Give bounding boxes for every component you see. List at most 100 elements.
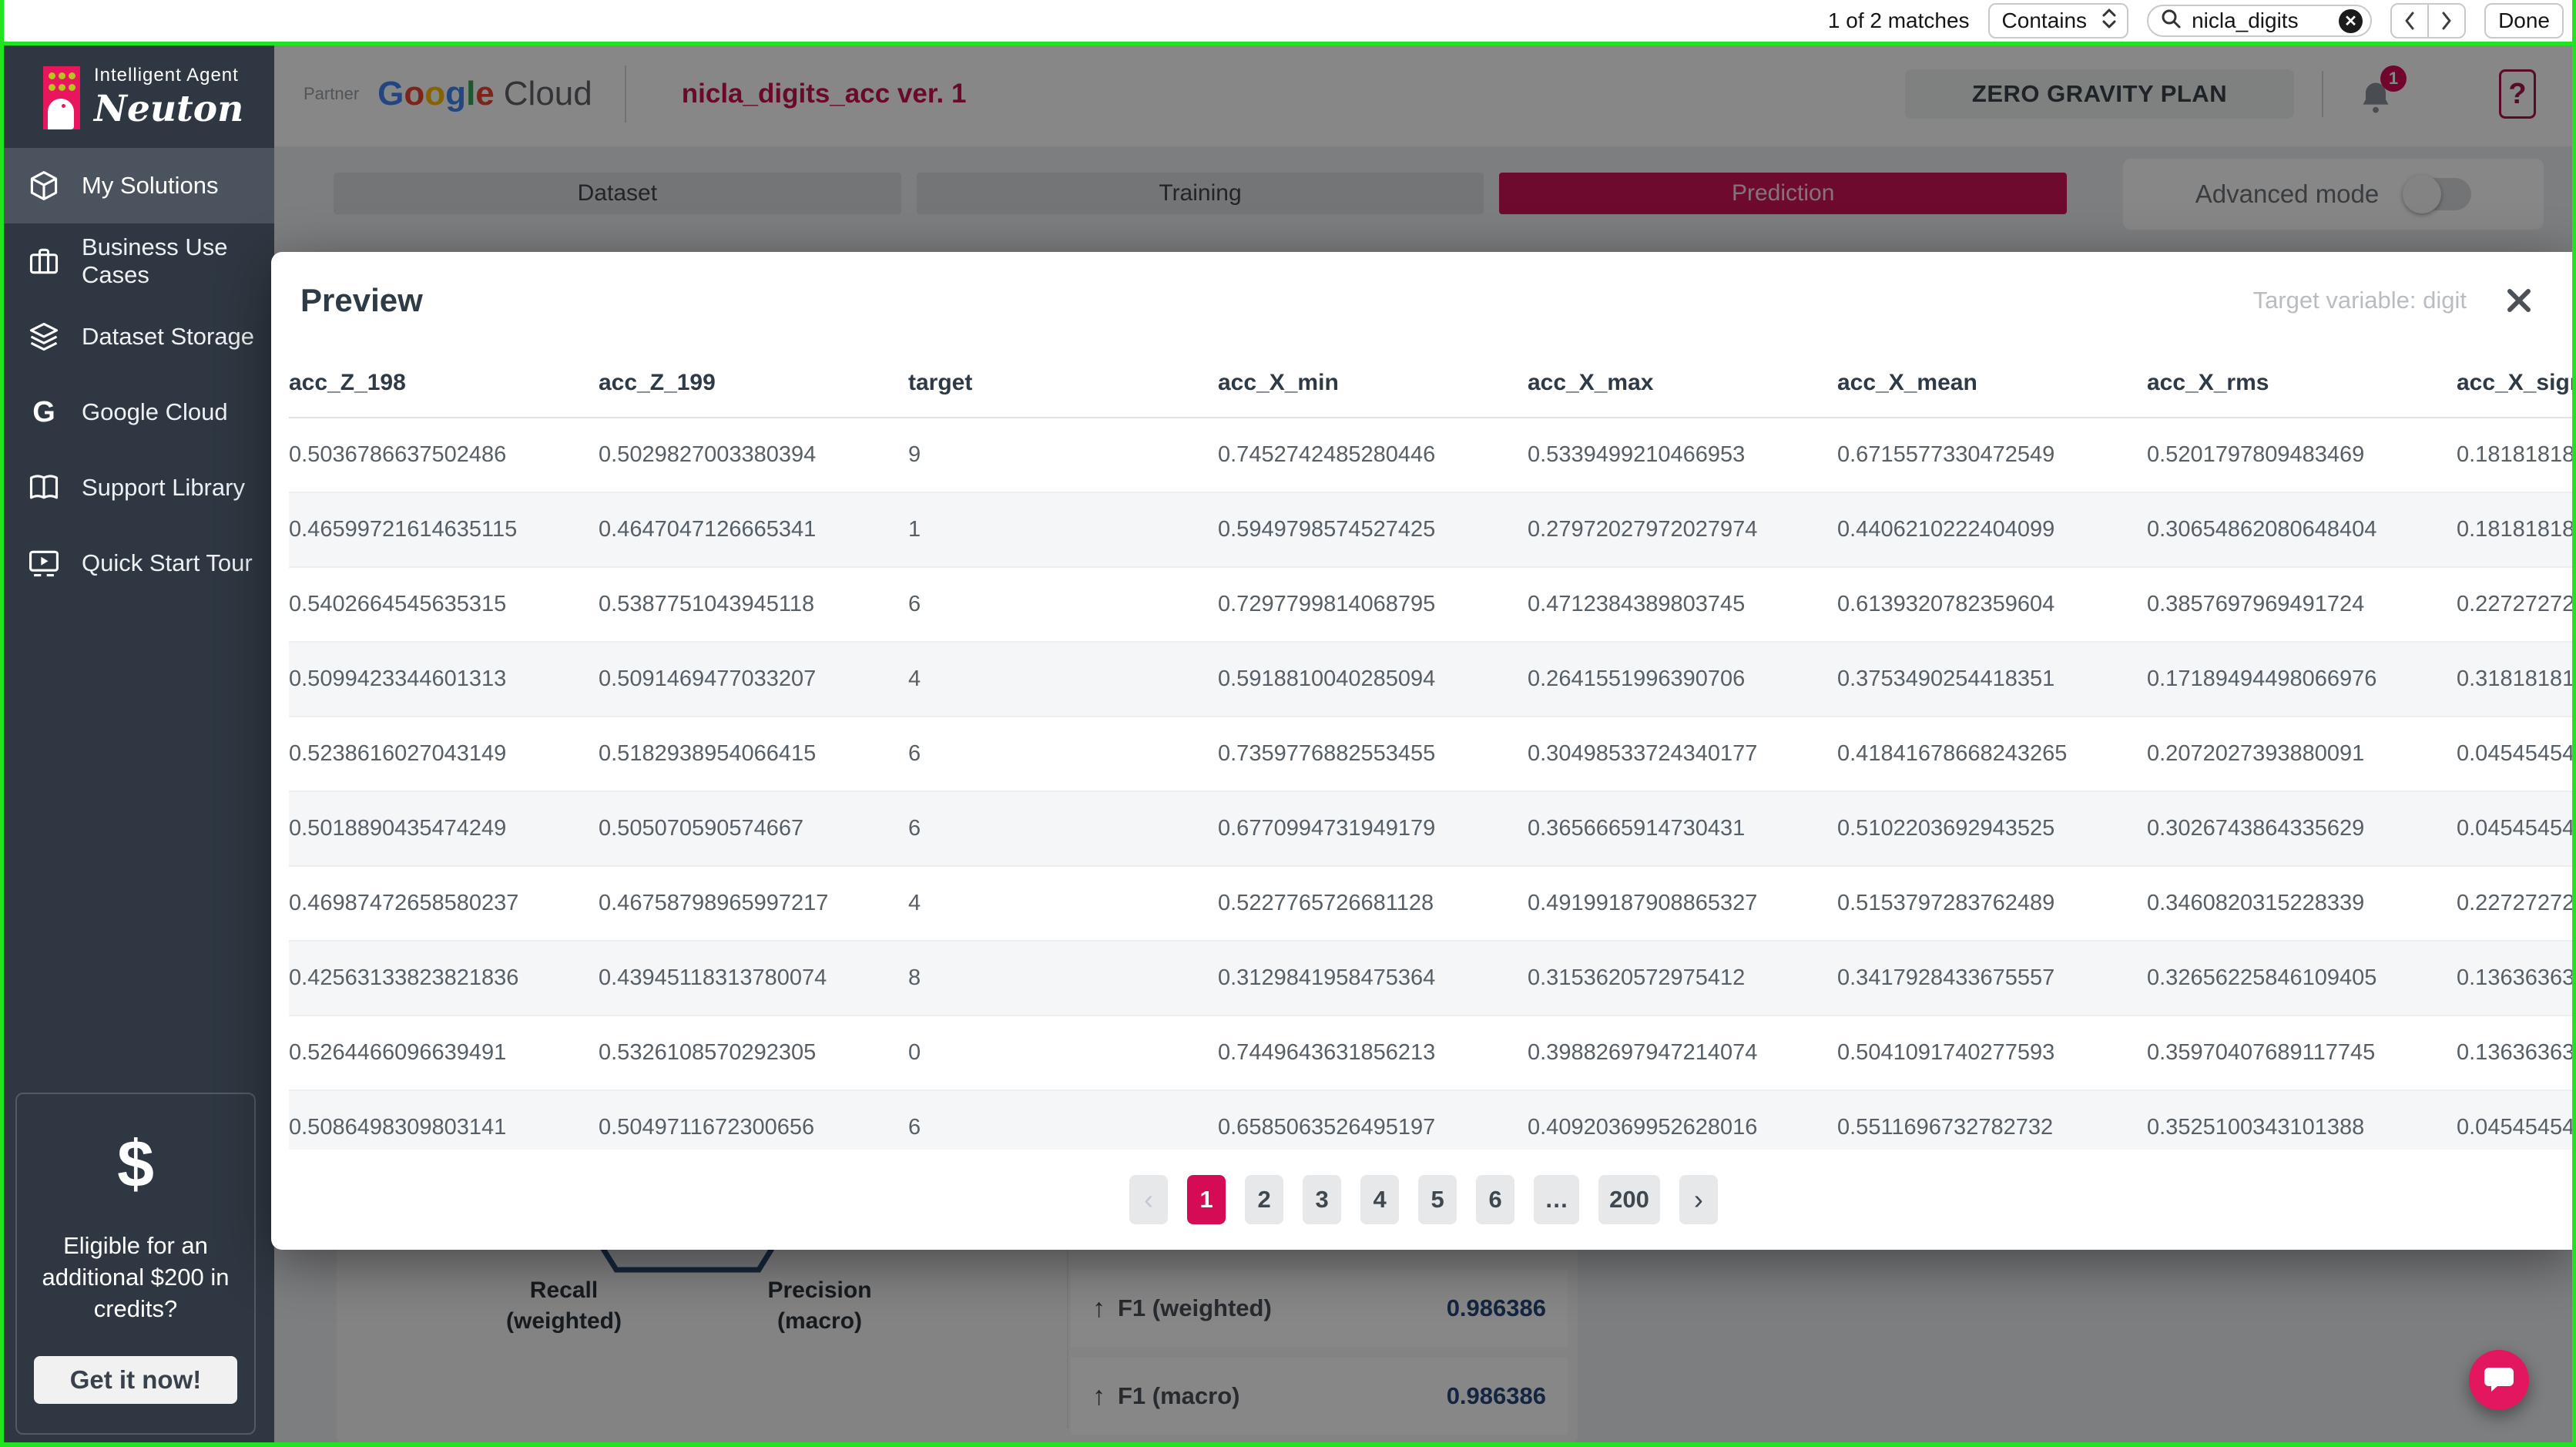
find-done-button[interactable]: Done bbox=[2484, 3, 2564, 39]
sidebar-item-label: My Solutions bbox=[82, 172, 219, 199]
table-cell: 0.04545454545454 bbox=[2457, 791, 2576, 867]
table-cell: 0.46987472658580237 bbox=[289, 866, 599, 942]
table-cell: 0.6585063526495197 bbox=[1218, 1090, 1528, 1150]
book-icon bbox=[26, 470, 62, 505]
find-previous-button[interactable] bbox=[2392, 5, 2427, 37]
page-button-200[interactable]: 200 bbox=[1598, 1175, 1660, 1224]
table-cell: 0.49199187908865327 bbox=[1528, 866, 1837, 942]
credits-promo-card: $ Eligible for an additional $200 in cre… bbox=[15, 1093, 256, 1447]
table-cell: 0.5018890435474249 bbox=[289, 791, 599, 867]
briefcase-icon bbox=[26, 243, 62, 279]
page-button-…[interactable]: … bbox=[1534, 1175, 1580, 1224]
browser-find-bar: 1 of 2 matches Contains nicla_digits ✕ D… bbox=[0, 0, 2576, 42]
page-button-5[interactable]: 5 bbox=[1418, 1175, 1457, 1224]
table-cell: 0.5049711672300656 bbox=[599, 1090, 908, 1150]
table-cell: 0.3857697969491724 bbox=[2147, 567, 2457, 643]
page-button-6[interactable]: 6 bbox=[1476, 1175, 1515, 1224]
page-button-1[interactable]: 1 bbox=[1187, 1175, 1226, 1224]
table-cell: 0.18181818181818 bbox=[2457, 492, 2576, 568]
table-row: 0.5264466096639491 0.5326108570292305 0 0.7… bbox=[289, 1016, 2576, 1091]
sidebar-item-label: Google Cloud bbox=[82, 398, 228, 425]
table-cell: 0.6139320782359604 bbox=[1837, 567, 2147, 643]
neuton-logo-icon bbox=[43, 65, 80, 129]
chat-launcher-button[interactable] bbox=[2469, 1350, 2529, 1410]
page-button-4[interactable]: 4 bbox=[1360, 1175, 1400, 1224]
table-cell: 0 bbox=[908, 1016, 1218, 1091]
pagination-next-button[interactable]: › bbox=[1679, 1175, 1718, 1224]
sidebar: Intelligent Agent Neuton My Solutions Bus… bbox=[0, 42, 274, 1447]
table-cell: 0.7359776882553455 bbox=[1218, 717, 1528, 792]
table-cell: 0.17189494498066976 bbox=[2147, 642, 2457, 717]
table-cell: 0.32656225846109405 bbox=[2147, 941, 2457, 1016]
table-cell: 0.46599721614635115 bbox=[289, 492, 599, 568]
column-header-acc_X_sign: acc_X_sign bbox=[2457, 349, 2576, 418]
column-header-target: target bbox=[908, 349, 1218, 418]
table-row: 0.5086498309803141 0.5049711672300656 6 0.6… bbox=[289, 1090, 2576, 1150]
find-filter-select[interactable]: Contains bbox=[1987, 3, 2129, 39]
find-search-input[interactable]: nicla_digits ✕ bbox=[2147, 5, 2373, 37]
table-cell: 0.5949798574527425 bbox=[1218, 492, 1528, 568]
sidebar-item-support-library[interactable]: Support Library bbox=[0, 450, 274, 525]
get-it-now-button[interactable]: Get it now! bbox=[34, 1355, 237, 1404]
find-search-value: nicla_digits bbox=[2192, 8, 2299, 32]
table-cell: 0.3129841958475364 bbox=[1218, 941, 1528, 1016]
sidebar-item-quick-start-tour[interactable]: Quick Start Tour bbox=[0, 525, 274, 601]
clear-search-icon[interactable]: ✕ bbox=[2339, 8, 2363, 33]
google-g-icon: G bbox=[32, 396, 55, 428]
table-cell: 0.40920369952628016 bbox=[1528, 1090, 1837, 1150]
table-cell: 6 bbox=[908, 1090, 1218, 1150]
find-next-button[interactable] bbox=[2427, 5, 2464, 37]
target-variable-label: Target variable: digit bbox=[2252, 287, 2467, 314]
table-cell: 0.5182938954066415 bbox=[599, 717, 908, 792]
app-root: 1 of 2 matches Contains nicla_digits ✕ D… bbox=[0, 0, 2576, 1447]
table-cell: 0.5201797809483469 bbox=[2147, 418, 2457, 493]
table-cell: 0.5041091740277593 bbox=[1837, 1016, 2147, 1091]
sidebar-item-business-use-cases[interactable]: Business Use Cases bbox=[0, 223, 274, 299]
logo-tagline: Intelligent Agent bbox=[94, 65, 239, 86]
table-cell: 0.5511696732782732 bbox=[1837, 1090, 2147, 1150]
sidebar-item-google-cloud[interactable]: G Google Cloud bbox=[0, 374, 274, 450]
capture-border-top bbox=[0, 42, 2576, 45]
table-cell: 0.4712384389803745 bbox=[1528, 567, 1837, 643]
logo-wordmark: Neuton bbox=[94, 88, 244, 130]
preview-modal: Preview Target variable: digit acc_Z_198… bbox=[271, 252, 2576, 1250]
sidebar-item-my-solutions[interactable]: My Solutions bbox=[0, 148, 274, 223]
table-cell: 0.3417928433675557 bbox=[1837, 941, 2147, 1016]
table-row: 0.46599721614635115 0.4647047126665341 1 0.… bbox=[289, 492, 2576, 568]
table-cell: 0.22727272727272 bbox=[2457, 567, 2576, 643]
chat-bubble-icon bbox=[2484, 1368, 2514, 1392]
table-cell: 8 bbox=[908, 941, 1218, 1016]
table-cell: 0.6770994731949179 bbox=[1218, 791, 1528, 867]
table-cell: 0.22727272727272 bbox=[2457, 866, 2576, 942]
sidebar-item-dataset-storage[interactable]: Dataset Storage bbox=[0, 299, 274, 374]
modal-title: Preview bbox=[300, 282, 423, 318]
table-cell: 0.5227765726681128 bbox=[1218, 866, 1528, 942]
pagination-previous-button[interactable]: ‹ bbox=[1129, 1175, 1169, 1224]
table-cell: 0.5238616027043149 bbox=[289, 717, 599, 792]
table-cell: 0.2641551996390706 bbox=[1528, 642, 1837, 717]
table-cell: 6 bbox=[908, 791, 1218, 867]
page-button-2[interactable]: 2 bbox=[1245, 1175, 1284, 1224]
table-row: 0.5036786637502486 0.5029827003380394 9 0.7… bbox=[289, 418, 2576, 493]
table-cell: 0.3525100343101388 bbox=[2147, 1090, 2457, 1150]
column-header-acc_X_min: acc_X_min bbox=[1218, 349, 1528, 418]
table-cell: 0.5091469477033207 bbox=[599, 642, 908, 717]
column-header-acc_Z_199: acc_Z_199 bbox=[599, 349, 908, 418]
table-body: 0.5036786637502486 0.5029827003380394 9 0.7… bbox=[289, 418, 2576, 1150]
table-cell: 0.5339499210466953 bbox=[1528, 418, 1837, 493]
table-cell: 0.5153797283762489 bbox=[1837, 866, 2147, 942]
page-button-3[interactable]: 3 bbox=[1303, 1175, 1342, 1224]
dollar-icon: $ bbox=[117, 1127, 154, 1201]
find-matches-count: 1 of 2 matches bbox=[1827, 8, 1970, 32]
table-cell: 0.5086498309803141 bbox=[289, 1090, 599, 1150]
table-cell: 0.3753490254418351 bbox=[1837, 642, 2147, 717]
pagination: ‹ 1 2 3 4 5 6 … 200 › bbox=[271, 1150, 2576, 1250]
close-icon[interactable] bbox=[2504, 285, 2534, 316]
capture-border-left bbox=[0, 0, 4, 1447]
table-cell: 0.18181818181818 bbox=[2457, 418, 2576, 493]
table-cell: 4 bbox=[908, 866, 1218, 942]
find-filter-value: Contains bbox=[2001, 8, 2088, 32]
table-cell: 0.30498533724340177 bbox=[1528, 717, 1837, 792]
layers-icon bbox=[26, 319, 62, 354]
table-cell: 0.46758798965997217 bbox=[599, 866, 908, 942]
